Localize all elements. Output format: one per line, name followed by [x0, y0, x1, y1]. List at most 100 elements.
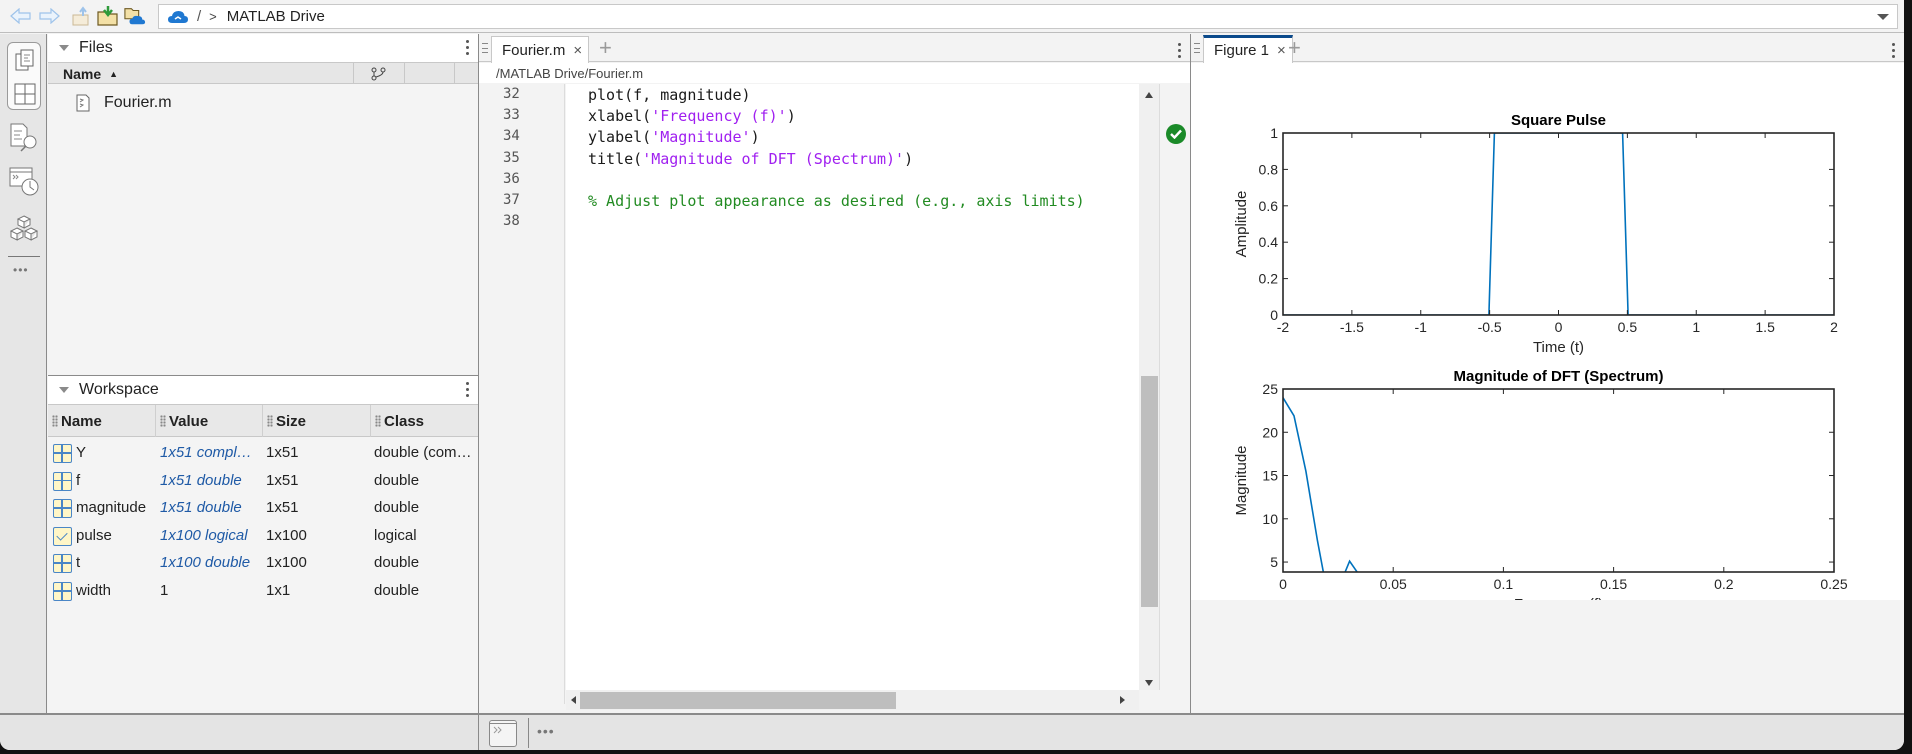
- figure-tab-bar: Figure 1 × +: [1191, 34, 1904, 63]
- address-bar[interactable]: / > MATLAB Drive: [158, 4, 1898, 29]
- column-header-name[interactable]: Name: [48, 405, 156, 437]
- command-window-icon[interactable]: [489, 720, 517, 747]
- more-icon[interactable]: •••: [13, 263, 29, 277]
- x-tick-label: 2: [1830, 319, 1838, 335]
- y-axis-label: Magnitude: [1233, 445, 1250, 515]
- forward-arrow-icon[interactable]: [38, 6, 60, 26]
- kebab-menu-icon[interactable]: [1892, 43, 1896, 58]
- scroll-left-arrow-icon[interactable]: [571, 696, 576, 704]
- code-token: ): [904, 149, 914, 168]
- x-tick-label: 0: [1555, 319, 1563, 335]
- more-icon[interactable]: •••: [537, 723, 555, 739]
- scroll-down-arrow-icon[interactable]: [1145, 680, 1153, 686]
- command-history-icon[interactable]: [9, 166, 39, 196]
- x-tick-label: 1: [1692, 319, 1700, 335]
- new-figure-tab-button[interactable]: +: [1288, 35, 1301, 61]
- y-tick-label: 0.6: [1259, 198, 1279, 214]
- variable-value: 1x51 double: [160, 471, 242, 489]
- drag-grip-icon[interactable]: [52, 415, 58, 427]
- code-line[interactable]: title('Magnitude of DFT (Spectrum)'): [588, 150, 913, 168]
- close-icon[interactable]: ×: [573, 42, 582, 59]
- code-line[interactable]: plot(f, magnitude): [588, 86, 751, 104]
- column-label: Size: [276, 412, 307, 430]
- kebab-menu-icon[interactable]: [466, 382, 470, 397]
- column-label: Name: [61, 412, 102, 430]
- find-files-icon[interactable]: [9, 122, 39, 152]
- plot-area: [1283, 389, 1834, 572]
- drag-handle-icon[interactable]: [1194, 43, 1200, 53]
- close-icon[interactable]: ×: [1277, 42, 1286, 59]
- array-variable-icon: [53, 499, 72, 519]
- source-control-column-header[interactable]: [353, 63, 404, 84]
- x-axis-label: Time (t): [1533, 339, 1584, 356]
- column-header-size[interactable]: Size: [263, 405, 371, 437]
- chevron-down-icon[interactable]: [1877, 14, 1889, 20]
- add-ons-icon[interactable]: [9, 214, 39, 244]
- variable-class: double (com…: [374, 444, 472, 461]
- workspace-row-f[interactable]: f 1x51 double 1x51 double: [48, 468, 478, 495]
- vertical-scrollbar[interactable]: [1139, 84, 1160, 690]
- figure-plots: -2 -1.5 -1 -0.5 0 0.5 1 1.5 200.20.40.60.81Squar…: [1233, 112, 1848, 613]
- file-name: Fourier.m: [104, 94, 172, 111]
- workspace-row-pulse[interactable]: pulse 1x100 logical 1x100 logical: [48, 523, 478, 550]
- variable-name: pulse: [76, 526, 112, 544]
- code-token: plot(f, magnitude): [588, 86, 751, 104]
- new-tab-button[interactable]: +: [599, 35, 612, 61]
- code-line[interactable]: % Adjust plot appearance as desired (e.g…: [588, 192, 1085, 210]
- drag-grip-icon[interactable]: [375, 415, 381, 427]
- workspace-row-t[interactable]: t 1x100 double 1x100 double: [48, 550, 478, 577]
- code-line[interactable]: ylabel('Magnitude'): [588, 128, 760, 146]
- line-number: 34: [503, 128, 520, 145]
- scroll-right-arrow-icon[interactable]: [1120, 696, 1125, 704]
- array-variable-icon: [53, 554, 72, 574]
- files-panel-header[interactable]: Files: [48, 34, 478, 62]
- line-number: 33: [503, 107, 520, 124]
- code-line[interactable]: xlabel('Frequency (f)'): [588, 107, 796, 125]
- collapse-caret-icon[interactable]: [59, 45, 69, 51]
- extra-column-header[interactable]: [404, 63, 455, 84]
- y-tick-label: 0: [1270, 307, 1278, 323]
- chart-title: Square Pulse: [1511, 112, 1606, 129]
- figure-canvas[interactable]: -2 -1.5 -1 -0.5 0 0.5 1 1.5 2 0 0.2 0.4 0.6 0.8 1 Squar…: [1191, 63, 1904, 613]
- download-folder-icon[interactable]: [97, 6, 119, 26]
- chart-title: Magnitude of DFT (Spectrum): [1454, 368, 1664, 385]
- column-header-class[interactable]: Class: [371, 405, 478, 437]
- collapse-caret-icon[interactable]: [59, 387, 69, 393]
- files-icon[interactable]: [14, 49, 36, 78]
- back-arrow-icon[interactable]: [10, 6, 32, 26]
- kebab-menu-icon[interactable]: [1178, 43, 1182, 58]
- breadcrumb-root[interactable]: /: [197, 8, 201, 25]
- drag-handle-icon[interactable]: [482, 43, 488, 53]
- horizontal-scrollbar[interactable]: [566, 690, 1139, 710]
- workspace-row-Y[interactable]: Y 1x51 compl… 1x51 double (com…: [48, 440, 478, 467]
- drag-grip-icon[interactable]: [267, 415, 273, 427]
- name-column-label: Name: [63, 65, 102, 82]
- tab-label: Fourier.m: [502, 41, 566, 59]
- vertical-scroll-thumb[interactable]: [1141, 376, 1158, 607]
- name-column-header[interactable]: Name ▲: [63, 63, 118, 84]
- variable-size: 1x1: [266, 582, 291, 599]
- file-item[interactable]: Fourier.m: [48, 90, 468, 116]
- workspace-row-magnitude[interactable]: magnitude 1x51 double 1x51 double: [48, 495, 478, 522]
- breadcrumb-location[interactable]: MATLAB Drive: [227, 8, 325, 25]
- workspace-icon[interactable]: [14, 83, 36, 110]
- no-issues-check-icon[interactable]: [1166, 124, 1186, 144]
- column-header-value[interactable]: Value: [156, 405, 263, 437]
- variable-class: double: [374, 554, 420, 572]
- tab-fourier-m[interactable]: Fourier.m ×: [491, 36, 590, 63]
- line-number: 35: [503, 149, 520, 166]
- script-file-icon: [76, 94, 90, 112]
- matlab-online-window: / > MATLAB Drive ••• Files Name ▲ Fourie…: [0, 0, 1904, 750]
- tab-figure-1[interactable]: Figure 1 ×: [1203, 35, 1293, 63]
- horizontal-scroll-thumb[interactable]: [580, 692, 897, 709]
- cloud-folder-icon[interactable]: [124, 6, 146, 26]
- code-area[interactable]: plot(f, magnitude) xlabel('Frequency (f)'…: [566, 84, 1139, 704]
- variable-size: 1x51: [266, 444, 299, 461]
- scroll-up-arrow-icon[interactable]: [1145, 92, 1153, 98]
- up-folder-icon[interactable]: [70, 6, 92, 26]
- y-tick-label: 10: [1262, 511, 1278, 527]
- kebab-menu-icon[interactable]: [466, 40, 470, 55]
- workspace-row-width[interactable]: width 1 1x1 double: [48, 578, 478, 605]
- workspace-panel-header[interactable]: Workspace: [48, 376, 478, 404]
- drag-grip-icon[interactable]: [160, 415, 166, 427]
